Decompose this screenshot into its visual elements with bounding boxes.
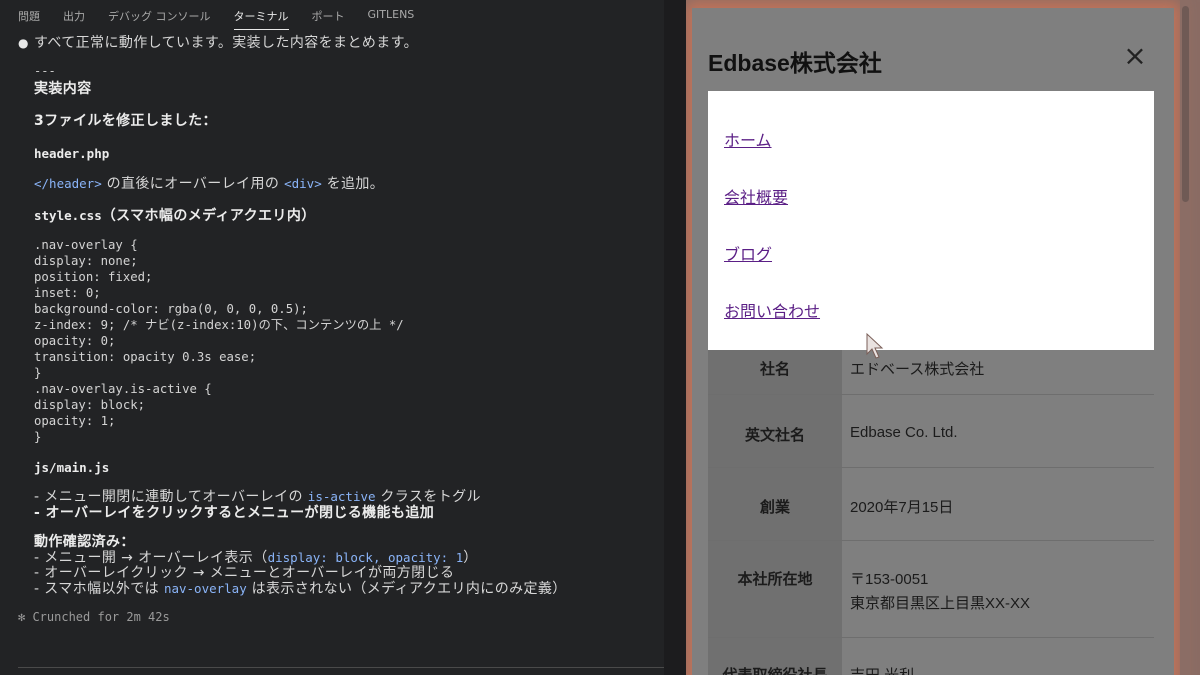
file-header-php: header.php <box>34 146 110 161</box>
css-line: .nav-overlay { <box>34 238 138 252</box>
postal-code: 〒153-0051 <box>850 571 929 588</box>
panel-tabs: 問題 出力 デバッグ コンソール ターミナル ポート GITLENS <box>18 8 437 30</box>
tab-gitlens[interactable]: GITLENS <box>368 8 415 30</box>
code-display-opacity: display: block, opacity: 1 <box>267 550 464 565</box>
js-item1-pre: - メニュー開閉に連動してオーバーレイの <box>34 489 308 505</box>
css-line: } <box>34 430 42 444</box>
code-nav-overlay: nav-overlay <box>163 581 247 596</box>
table-row: 代表取締役社長 吉田 光利 <box>708 638 1154 675</box>
menu-item-home[interactable]: ホーム <box>724 127 772 151</box>
mobile-viewport[interactable]: Edbase株式会社 × ホーム 会社概要 ブログ お問い合わせ 社名 エドベー… <box>692 8 1174 675</box>
scrollbar-thumb[interactable] <box>1182 6 1189 202</box>
css-line: background-color: rgba(0, 0, 0, 0.5); <box>34 302 308 316</box>
css-line: } <box>34 366 42 380</box>
bullet-icon: ● <box>18 36 29 50</box>
confirm1-post: ） <box>463 550 478 566</box>
browser-preview: Edbase株式会社 × ホーム 会社概要 ブログ お問い合わせ 社名 エドベー… <box>686 0 1200 675</box>
mouse-cursor-icon <box>866 332 884 359</box>
confirm2: - オーバーレイクリック → メニューとオーバーレイが両方閉じる <box>34 565 455 581</box>
js-item2: - オーバーレイをクリックするとメニューが閉じる機能も追加 <box>34 505 435 521</box>
address: 東京都目黒区上目黒XX-XX <box>850 595 1031 612</box>
css-line: position: fixed; <box>34 270 153 284</box>
table-row: 本社所在地 〒153-0051 東京都目黒区上目黒XX-XX <box>708 541 1154 638</box>
table-row: 創業 2020年7月15日 <box>708 468 1154 541</box>
table-label: 本社所在地 <box>708 541 842 637</box>
table-value: 吉田 光利 <box>842 638 1154 675</box>
table-value-address: 〒153-0051 東京都目黒区上目黒XX-XX <box>842 541 1154 637</box>
code-div-tag: <div> <box>284 176 322 191</box>
site-title: Edbase株式会社 <box>708 50 882 76</box>
table-row: 英文社名 Edbase Co. Ltd. <box>708 395 1154 468</box>
css-line: display: block; <box>34 398 146 412</box>
table-value: 2020年7月15日 <box>850 499 954 516</box>
close-menu-button[interactable]: × <box>1122 42 1148 70</box>
file-main-js: js/main.js <box>34 460 110 475</box>
tab-ports[interactable]: ポート <box>312 8 345 30</box>
nav-menu: ホーム 会社概要 ブログ お問い合わせ <box>708 91 1154 350</box>
menu-item-blog[interactable]: ブログ <box>724 241 772 265</box>
heading-implementation: 実装内容 <box>34 81 92 97</box>
table-value: エドベース株式会社 <box>850 361 985 378</box>
table-label: 英文社名 <box>708 395 842 467</box>
confirm1-pre: - メニュー開 → オーバーレイ表示（ <box>34 550 268 566</box>
tab-output[interactable]: 出力 <box>63 8 85 30</box>
files-modified: 3ファイルを修正しました： <box>34 113 217 129</box>
terminal-output[interactable]: ● すべて正常に動作しています。実装した内容をまとめます。 --- 実装内容 3… <box>18 34 658 626</box>
table-label: 代表取締役社長 <box>708 638 842 675</box>
file1-desc-end: を追加。 <box>321 176 385 192</box>
tab-debug-console[interactable]: デバッグ コンソール <box>108 8 211 30</box>
table-value: Edbase Co. Ltd. <box>850 424 958 441</box>
company-info-table: 社名 エドベース株式会社 英文社名 Edbase Co. Ltd. 創業 202… <box>708 350 1154 675</box>
menu-item-contact[interactable]: お問い合わせ <box>724 298 820 322</box>
css-line: opacity: 1; <box>34 414 116 428</box>
summary-text: すべて正常に動作しています。実装した内容をまとめます。 <box>34 35 419 51</box>
separator: --- <box>34 64 56 78</box>
crunched-status: ✻ Crunched for 2m 42s <box>18 610 170 624</box>
css-line: display: none; <box>34 254 138 268</box>
table-label: 創業 <box>708 468 842 540</box>
css-line: transition: opacity 0.3s ease; <box>34 350 257 364</box>
code-header-tag: </header> <box>34 176 102 191</box>
css-line: inset: 0; <box>34 286 101 300</box>
menu-item-company[interactable]: 会社概要 <box>724 184 788 208</box>
panel-splitter[interactable] <box>664 0 686 675</box>
tab-problems[interactable]: 問題 <box>18 8 40 30</box>
css-code-block: .nav-overlay { display: none; position: … <box>34 237 658 445</box>
css-line: z-index: 9; /* ナビ(z-index:10)の下、コンテンツの上 … <box>34 318 404 332</box>
file-style-css: style.css <box>34 208 102 223</box>
css-line: opacity: 0; <box>34 334 116 348</box>
file1-desc-mid: の直後にオーバーレイ用の <box>101 176 285 192</box>
tab-terminal[interactable]: ターミナル <box>233 8 289 30</box>
confirm-heading: 動作確認済み： <box>34 534 135 550</box>
confirm3-pre: - スマホ幅以外では <box>34 581 164 597</box>
table-label: 社名 <box>708 350 842 394</box>
js-item1-post: クラスをトグル <box>375 489 481 505</box>
code-is-active: is-active <box>307 489 376 504</box>
confirm3-post: は表示されない（メディアクエリ内にのみ定義） <box>246 581 567 597</box>
file2-note: （スマホ幅のメディアクエリ内） <box>101 208 316 224</box>
css-line: .nav-overlay.is-active { <box>34 382 212 396</box>
table-row: 社名 エドベース株式会社 <box>708 350 1154 395</box>
terminal-panel: 問題 出力 デバッグ コンソール ターミナル ポート GITLENS ● すべて… <box>0 0 664 675</box>
terminal-divider <box>18 667 664 668</box>
